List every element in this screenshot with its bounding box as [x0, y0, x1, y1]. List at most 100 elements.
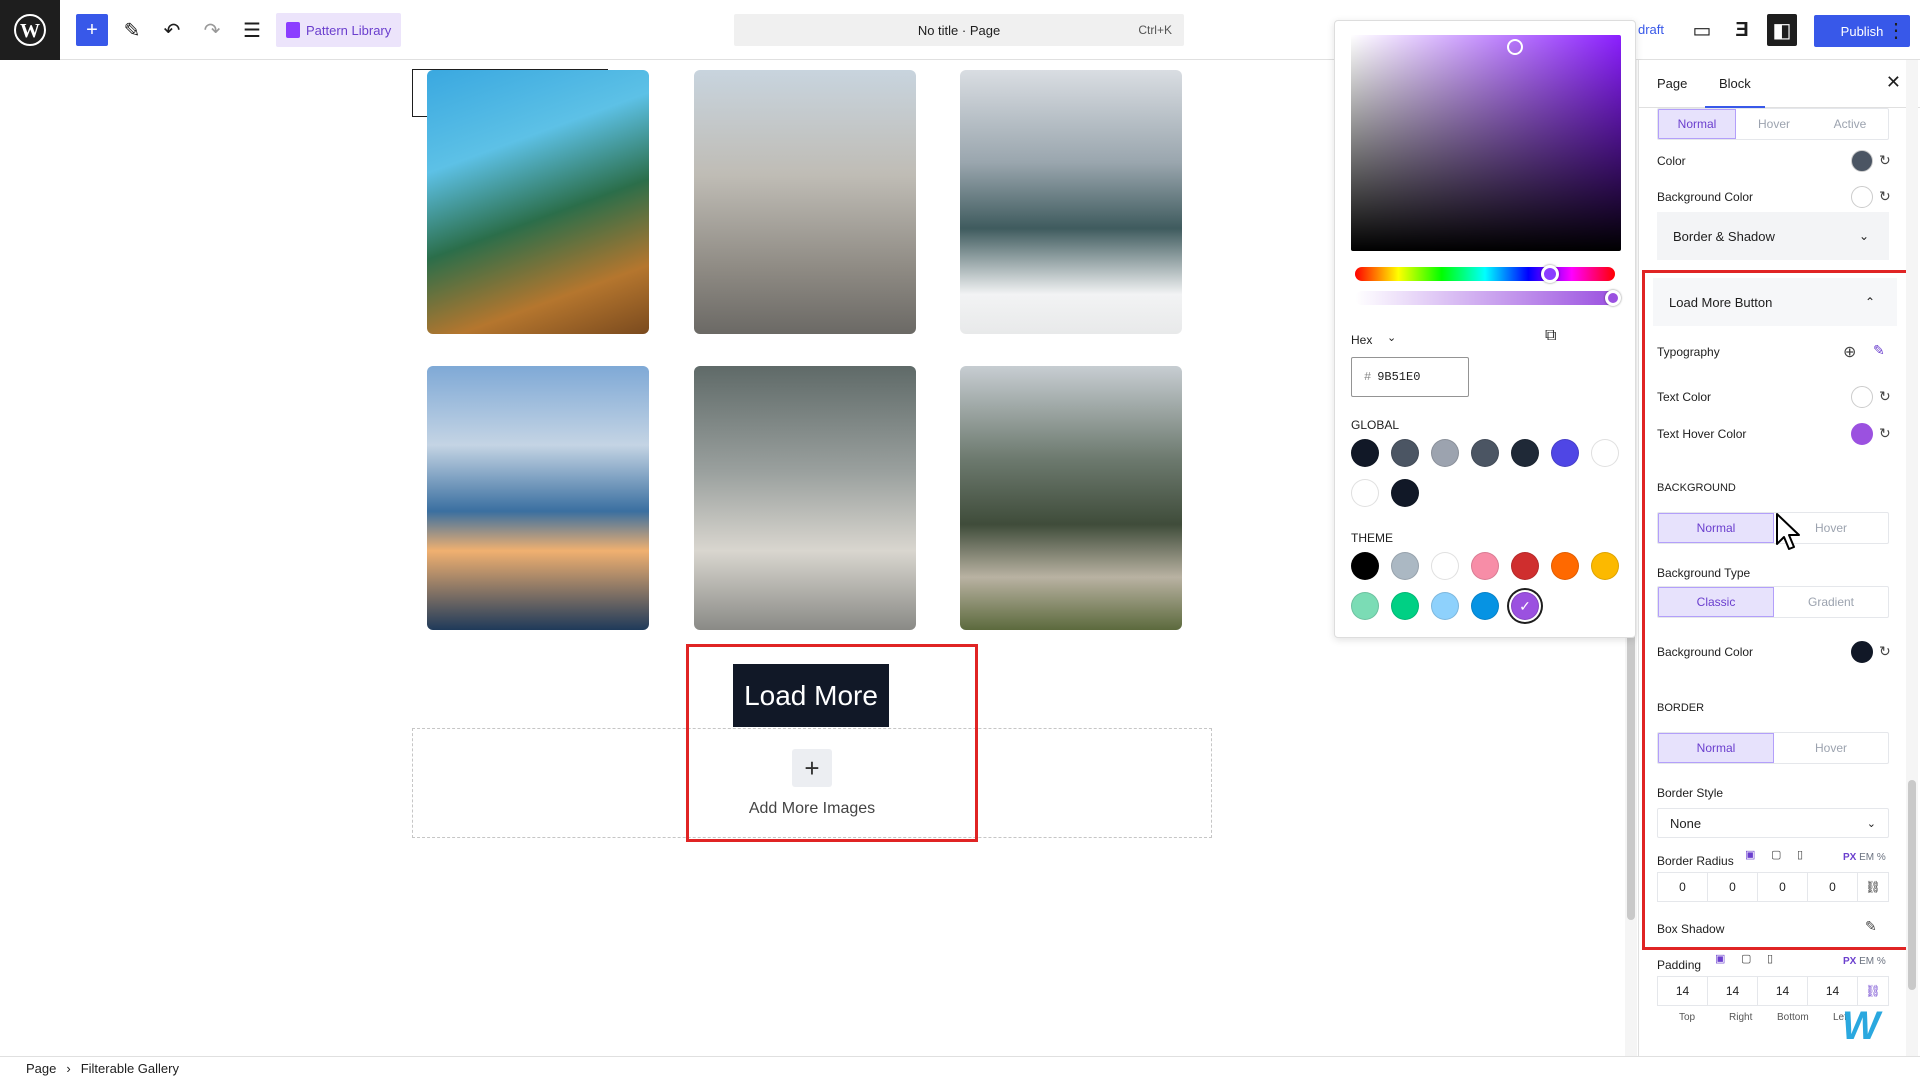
- color-state-tabs: Normal Hover Active: [1657, 108, 1889, 140]
- watermark-logo-icon: W: [1842, 1004, 1880, 1048]
- theme-swatch-5[interactable]: [1551, 552, 1579, 580]
- padding-bottom[interactable]: 14: [1758, 977, 1808, 1005]
- theme-swatch-8[interactable]: [1391, 592, 1419, 620]
- saturation-value-area[interactable]: [1351, 35, 1621, 251]
- theme-swatch-11[interactable]: ✓: [1511, 592, 1539, 620]
- reset-icon[interactable]: ↻: [1879, 188, 1891, 205]
- padding-units[interactable]: PX EM %: [1843, 956, 1886, 967]
- global-swatch-2[interactable]: [1431, 439, 1459, 467]
- theme-swatch-10[interactable]: [1471, 592, 1499, 620]
- alpha-handle[interactable]: [1605, 290, 1621, 306]
- padding-side-right: Right: [1729, 1012, 1753, 1023]
- color-picker-popover: Hex ⌄ ⧉ # 9B51E0 GLOBAL THEME ✓: [1334, 20, 1636, 638]
- theme-swatch-3[interactable]: [1471, 552, 1499, 580]
- svg-text:W: W: [20, 20, 40, 42]
- command-shortcut: Ctrl+K: [1138, 23, 1172, 37]
- unit-percent[interactable]: %: [1877, 956, 1886, 967]
- link-icon[interactable]: ⛓: [1858, 977, 1888, 1005]
- breadcrumb: Page › Filterable Gallery: [0, 1056, 1920, 1080]
- settings-sidebar-icon[interactable]: ◧: [1767, 14, 1797, 46]
- copy-icon[interactable]: ⧉: [1545, 327, 1556, 345]
- save-draft-link[interactable]: draft: [1638, 22, 1664, 37]
- more-vertical-icon[interactable]: ⋮: [1880, 14, 1912, 46]
- add-block-plus-icon[interactable]: +: [76, 14, 108, 46]
- document-title-bar[interactable]: No title · Page Ctrl+K: [734, 14, 1184, 46]
- desktop-view-icon[interactable]: ▭: [1686, 14, 1718, 46]
- global-colors-label: GLOBAL: [1351, 418, 1400, 432]
- tablet-device-icon[interactable]: ▢: [1741, 952, 1751, 965]
- color-label: Color: [1657, 154, 1686, 168]
- mobile-device-icon[interactable]: ▯: [1767, 952, 1773, 965]
- theme-swatch-7[interactable]: [1351, 592, 1379, 620]
- plugin-icon[interactable]: Ǝ: [1726, 14, 1758, 46]
- sidebar-scroll-thumb[interactable]: [1908, 780, 1916, 990]
- padding-side-top: Top: [1679, 1012, 1696, 1023]
- tab-page[interactable]: Page: [1657, 76, 1687, 91]
- undo-icon[interactable]: ↶: [156, 14, 188, 46]
- bg-color-swatch[interactable]: [1851, 186, 1873, 208]
- pattern-library-label: Pattern Library: [306, 22, 392, 38]
- list-view-icon[interactable]: ☰: [236, 14, 268, 46]
- gallery-image-balloons[interactable]: [427, 366, 649, 630]
- padding-inputs: 14 14 14 14 ⛓: [1657, 976, 1889, 1006]
- hue-handle[interactable]: [1541, 265, 1559, 283]
- global-swatch-1[interactable]: [1391, 439, 1419, 467]
- theme-swatch-4[interactable]: [1511, 552, 1539, 580]
- pencil-icon[interactable]: ✎: [116, 14, 148, 46]
- global-swatch-7[interactable]: [1351, 479, 1379, 507]
- global-swatch-4[interactable]: [1511, 439, 1539, 467]
- gallery-image-boats[interactable]: [427, 70, 649, 334]
- padding-left[interactable]: 14: [1808, 977, 1858, 1005]
- breadcrumb-current[interactable]: Filterable Gallery: [81, 1061, 179, 1076]
- hue-slider[interactable]: [1355, 267, 1615, 281]
- global-swatch-6[interactable]: [1591, 439, 1619, 467]
- theme-swatch-6[interactable]: [1591, 552, 1619, 580]
- sidebar-tabs: Page Block ✕: [1639, 60, 1920, 108]
- chevron-down-icon[interactable]: ⌄: [1387, 331, 1396, 344]
- close-icon[interactable]: ✕: [1886, 72, 1901, 93]
- border-shadow-title: Border & Shadow: [1673, 228, 1775, 244]
- highlight-load-more: [686, 644, 978, 842]
- gallery-image-mountain-lake[interactable]: [960, 70, 1182, 334]
- unit-em[interactable]: EM: [1859, 956, 1874, 967]
- theme-swatch-9[interactable]: [1431, 592, 1459, 620]
- gallery-image-cathedral[interactable]: [694, 70, 916, 334]
- state-tab-active[interactable]: Active: [1812, 109, 1888, 139]
- state-tab-normal[interactable]: Normal: [1658, 109, 1736, 139]
- theme-swatch-0[interactable]: [1351, 552, 1379, 580]
- gallery-image-castle-snow[interactable]: [694, 366, 916, 630]
- padding-side-bottom: Bottom: [1777, 1012, 1809, 1023]
- reset-icon[interactable]: ↻: [1879, 152, 1891, 169]
- bg-color-label: Background Color: [1657, 190, 1754, 204]
- pattern-library-button[interactable]: Pattern Library: [276, 13, 402, 47]
- global-swatch-3[interactable]: [1471, 439, 1499, 467]
- theme-swatch-2[interactable]: [1431, 552, 1459, 580]
- chevron-down-icon: ⌄: [1858, 229, 1869, 243]
- redo-icon[interactable]: ↷: [196, 14, 228, 46]
- padding-label: Padding: [1657, 958, 1702, 972]
- global-swatch-8[interactable]: [1391, 479, 1419, 507]
- padding-top[interactable]: 14: [1658, 977, 1708, 1005]
- desktop-device-icon[interactable]: ▣: [1715, 952, 1725, 965]
- wordpress-logo-icon[interactable]: W: [0, 0, 60, 60]
- highlight-load-more-panel: [1642, 270, 1918, 950]
- padding-right[interactable]: 14: [1708, 977, 1758, 1005]
- hex-hash: #: [1364, 370, 1372, 384]
- breadcrumb-page[interactable]: Page: [26, 1061, 56, 1076]
- theme-colors-label: THEME: [1351, 531, 1393, 545]
- border-shadow-panel[interactable]: Border & Shadow ⌄: [1657, 212, 1889, 260]
- theme-swatch-1[interactable]: [1391, 552, 1419, 580]
- gallery-image-castle-forest[interactable]: [960, 366, 1182, 630]
- pattern-library-icon: [286, 22, 300, 38]
- alpha-slider[interactable]: [1355, 291, 1615, 305]
- tab-block[interactable]: Block: [1705, 76, 1765, 108]
- breadcrumb-separator: ›: [66, 1061, 71, 1076]
- color-swatch[interactable]: [1851, 150, 1873, 172]
- saturation-handle[interactable]: [1507, 39, 1523, 55]
- global-swatch-0[interactable]: [1351, 439, 1379, 467]
- global-swatch-5[interactable]: [1551, 439, 1579, 467]
- hex-input[interactable]: # 9B51E0: [1351, 357, 1469, 397]
- state-tab-hover[interactable]: Hover: [1736, 109, 1812, 139]
- unit-px[interactable]: PX: [1843, 956, 1856, 967]
- hex-value: 9B51E0: [1377, 370, 1421, 384]
